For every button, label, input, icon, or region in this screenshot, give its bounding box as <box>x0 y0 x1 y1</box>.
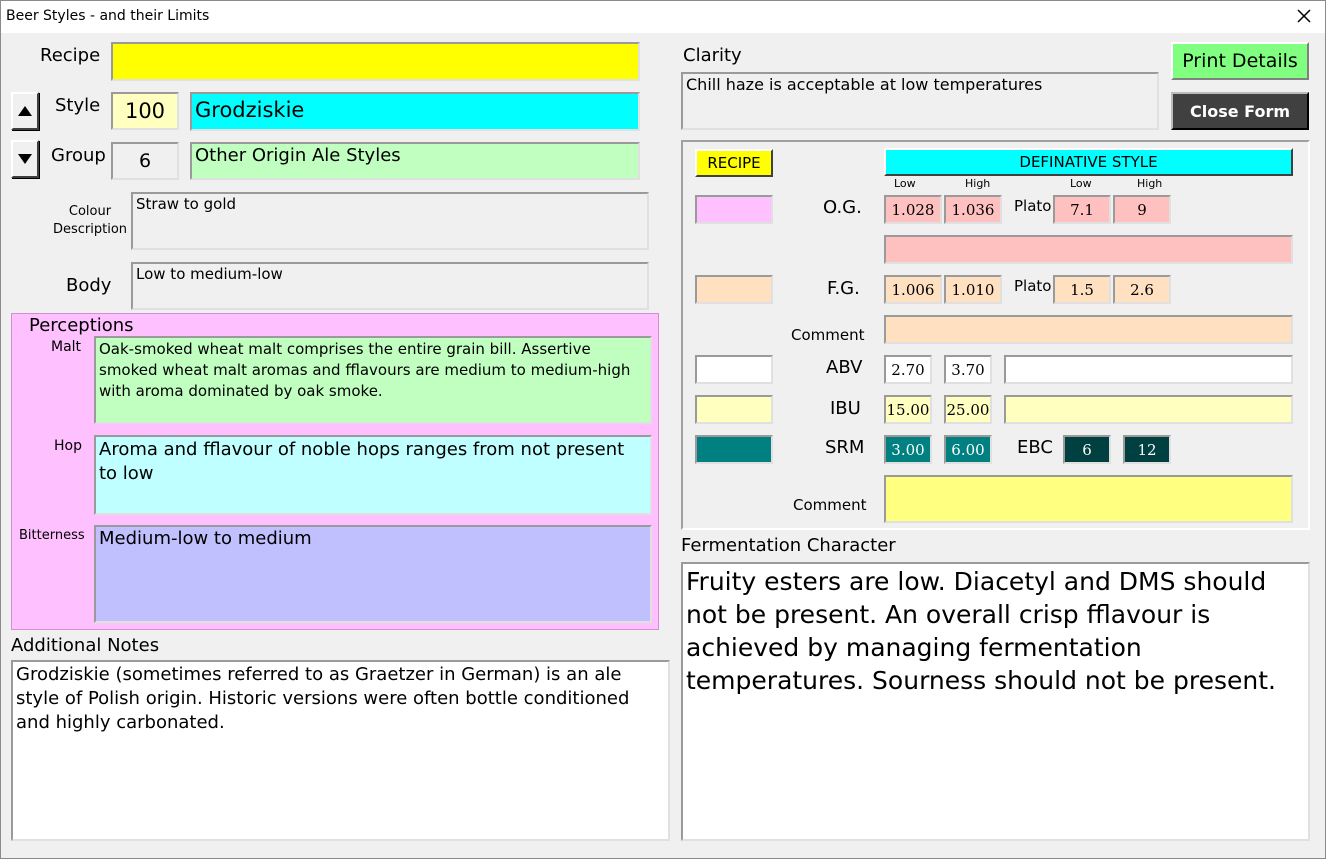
fg-comment-label: Comment <box>791 326 865 344</box>
style-name-field[interactable]: Grodziskie <box>190 92 640 131</box>
fg-comment-field[interactable] <box>884 315 1293 344</box>
og-high-field[interactable]: 1.036 <box>944 195 1002 224</box>
window-title: Beer Styles - and their Limits <box>6 8 210 24</box>
fg-low-field[interactable]: 1.006 <box>884 275 942 304</box>
colour-comment-label: Comment <box>793 496 867 514</box>
og-comment-field[interactable] <box>884 235 1293 264</box>
og-low-header: Low <box>894 177 916 190</box>
og-plato-high-field[interactable]: 9 <box>1113 195 1171 224</box>
arrow-up-icon <box>18 106 32 116</box>
notes-label: Additional Notes <box>11 635 160 656</box>
fg-label: F.G. <box>827 278 860 299</box>
recipe-ibu-field[interactable] <box>695 395 773 424</box>
style-number-field[interactable]: 100 <box>111 92 179 130</box>
body-field[interactable]: Low to medium-low <box>131 262 649 310</box>
fg-high-field[interactable]: 1.010 <box>944 275 1002 304</box>
fermentation-field[interactable]: Fruity esters are low. Diacetyl and DMS … <box>681 562 1310 841</box>
hop-field[interactable]: Aroma and fflavour of noble hops ranges … <box>94 435 652 515</box>
ebc-label: EBC <box>1017 437 1053 458</box>
ebc-low-field[interactable]: 6 <box>1063 435 1111 464</box>
previous-style-button[interactable] <box>11 92 39 130</box>
colour-field[interactable]: Straw to gold <box>131 192 649 250</box>
recipe-header: RECIPE <box>695 149 773 177</box>
abv-label: ABV <box>826 357 863 378</box>
recipe-fg-field[interactable] <box>695 275 773 304</box>
body-label: Body <box>66 275 112 296</box>
close-form-button[interactable]: Close Form <box>1171 92 1309 130</box>
ibu-low-field[interactable]: 15.00 <box>884 395 932 424</box>
bitterness-label: Bitterness <box>19 528 85 543</box>
recipe-abv-field[interactable] <box>695 355 773 384</box>
bitterness-field[interactable]: Medium-low to medium <box>94 525 652 623</box>
fermentation-label: Fermentation Character <box>681 535 896 556</box>
perceptions-label: Perceptions <box>26 315 137 336</box>
plato-low-header: Low <box>1070 177 1092 190</box>
ibu-high-field[interactable]: 25.00 <box>944 395 992 424</box>
ebc-high-field[interactable]: 12 <box>1123 435 1171 464</box>
notes-field[interactable]: Grodziskie (sometimes referred to as Gra… <box>11 660 670 841</box>
og-high-header: High <box>965 177 991 190</box>
srm-high-field[interactable]: 6.00 <box>944 435 992 464</box>
next-style-button[interactable] <box>11 140 39 178</box>
group-number-field[interactable]: 6 <box>111 142 179 180</box>
fg-plato-high-field[interactable]: 2.6 <box>1113 275 1171 304</box>
srm-low-field[interactable]: 3.00 <box>884 435 932 464</box>
recipe-field[interactable] <box>111 42 640 81</box>
recipe-og-field[interactable] <box>695 195 773 224</box>
definative-style-header: DEFINATIVE STYLE <box>884 148 1293 176</box>
abv-low-field[interactable]: 2.70 <box>884 355 932 384</box>
print-details-button[interactable]: Print Details <box>1171 42 1309 80</box>
fg-plato-label: Plato <box>1014 277 1052 295</box>
ibu-label: IBU <box>830 398 861 419</box>
og-plato-label: Plato <box>1014 197 1052 215</box>
malt-label: Malt <box>51 339 82 355</box>
colour-label: Colour Description <box>52 204 128 237</box>
arrow-down-icon <box>18 154 32 164</box>
group-name-field[interactable]: Other Origin Ale Styles <box>190 142 640 180</box>
recipe-label: Recipe <box>40 45 101 66</box>
abv-high-field[interactable]: 3.70 <box>944 355 992 384</box>
abv-comment-field[interactable] <box>1004 355 1293 384</box>
og-low-field[interactable]: 1.028 <box>884 195 942 224</box>
og-label: O.G. <box>823 197 862 218</box>
hop-label: Hop <box>54 438 82 454</box>
plato-high-header: High <box>1137 177 1163 190</box>
colour-comment-field[interactable] <box>884 475 1293 523</box>
og-plato-low-field[interactable]: 7.1 <box>1053 195 1111 224</box>
ibu-comment-field[interactable] <box>1004 395 1293 424</box>
fg-plato-low-field[interactable]: 1.5 <box>1053 275 1111 304</box>
malt-field[interactable]: Oak-smoked wheat malt comprises the enti… <box>94 336 652 424</box>
srm-label: SRM <box>825 437 865 458</box>
style-label: Style <box>55 95 101 116</box>
recipe-srm-field[interactable] <box>695 435 773 464</box>
clarity-label: Clarity <box>683 45 742 66</box>
close-icon[interactable] <box>1293 3 1315 29</box>
clarity-field[interactable]: Chill haze is acceptable at low temperat… <box>681 72 1159 130</box>
group-label: Group <box>51 145 106 166</box>
